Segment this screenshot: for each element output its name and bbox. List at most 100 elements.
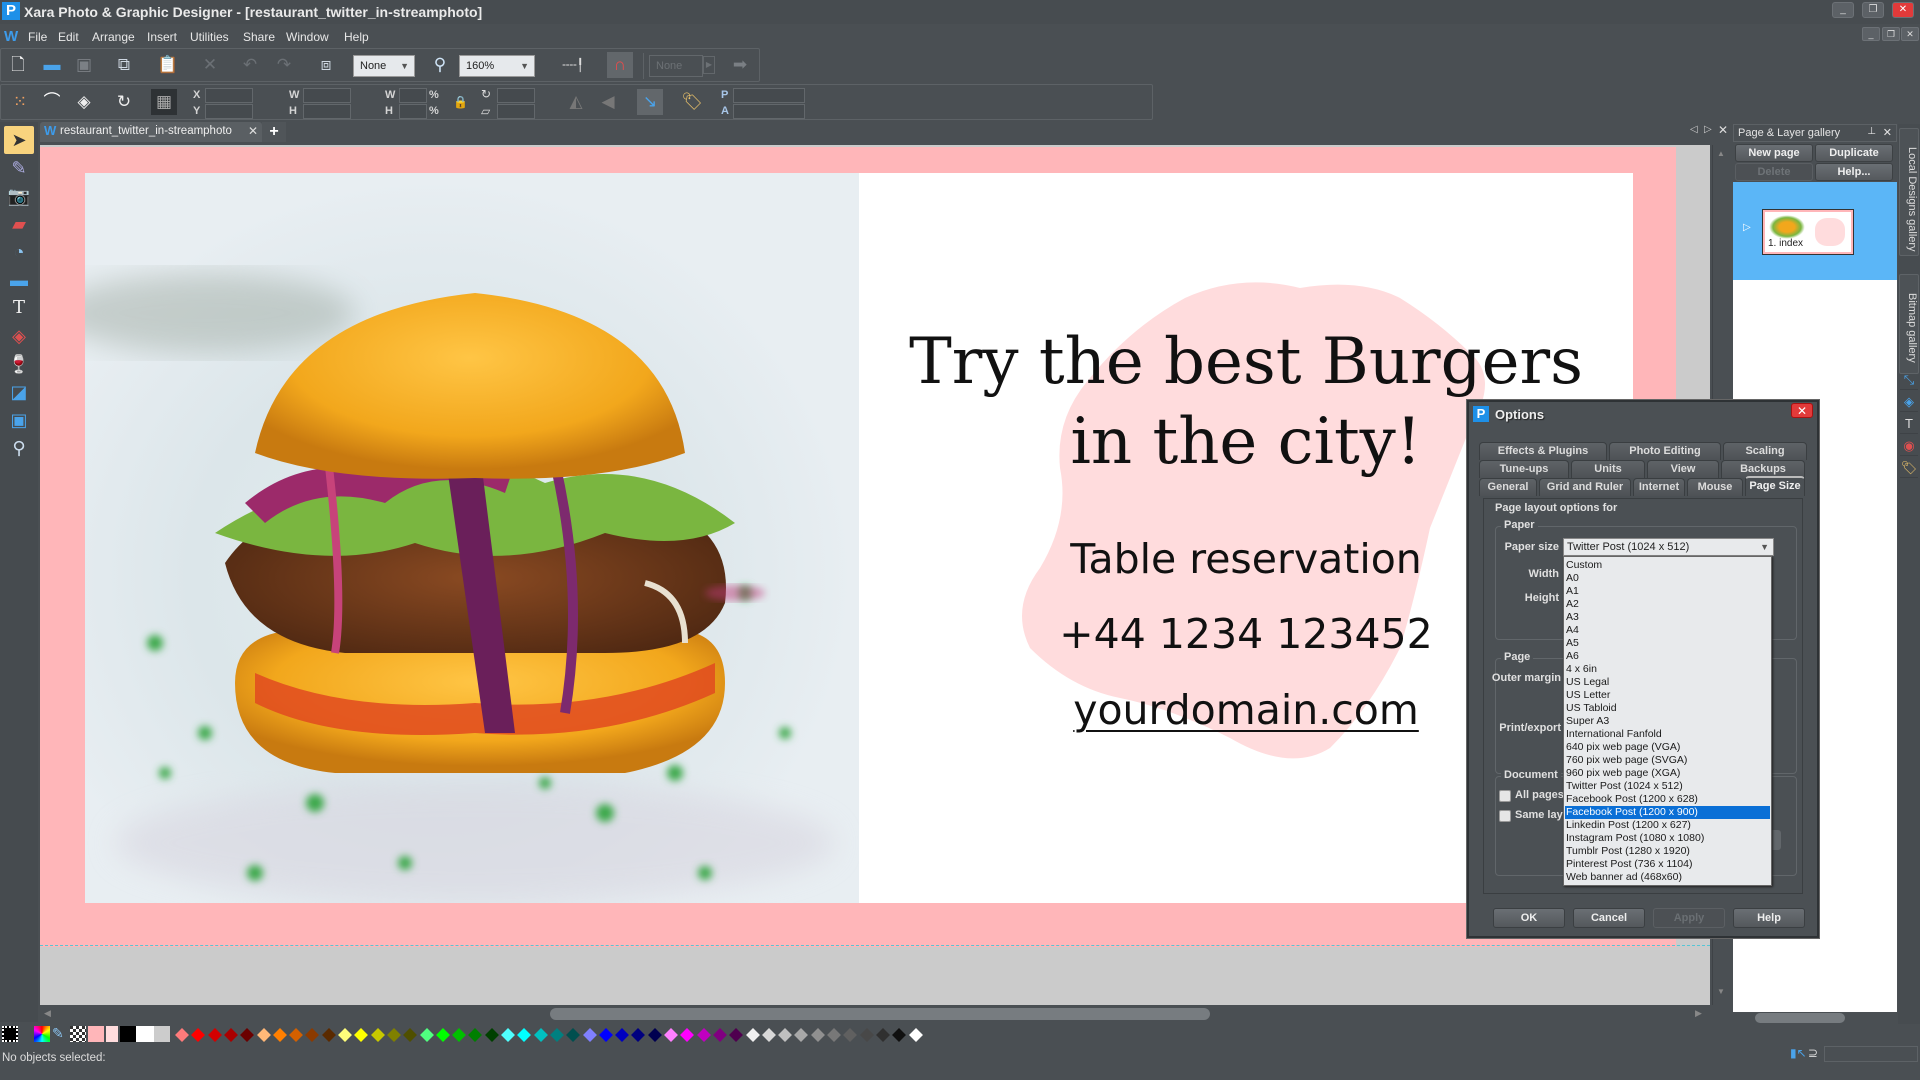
undo-icon[interactable]: ↶ <box>237 52 263 78</box>
palette-swatch[interactable] <box>419 1028 434 1042</box>
photo-tool-icon[interactable]: 📷 <box>4 182 34 210</box>
palette-swatch[interactable] <box>582 1028 597 1042</box>
scroll-right-icon[interactable]: ▶ <box>1695 1008 1702 1019</box>
paper-size-option[interactable]: A0 <box>1565 572 1770 585</box>
ok-button[interactable]: OK <box>1493 908 1565 928</box>
palette-swatch[interactable] <box>533 1028 548 1042</box>
paper-size-option[interactable]: US Tabloid <box>1565 702 1770 715</box>
fill-gallery-icon[interactable]: ◈ <box>1900 392 1918 412</box>
dialog-title-bar[interactable]: P Options ✕ <box>1469 402 1817 428</box>
palette-swatch[interactable] <box>354 1028 369 1042</box>
paper-size-option[interactable]: 4 x 6in <box>1565 663 1770 676</box>
palette-swatch[interactable] <box>191 1028 206 1042</box>
page-thumbnail[interactable]: 1. index <box>1762 209 1854 255</box>
eyedropper-icon[interactable]: ✎ <box>52 1025 64 1042</box>
paper-size-option[interactable]: Linkedin Post (1200 x 627) <box>1565 819 1770 832</box>
no-color-swatch[interactable] <box>2 1026 18 1042</box>
rotation-field[interactable] <box>497 88 535 103</box>
ruler-icon[interactable]: ╌╌╿ <box>555 52 591 78</box>
copy-icon[interactable]: ⧉ <box>111 52 137 78</box>
palette-swatch[interactable] <box>305 1028 320 1042</box>
palette-swatch[interactable] <box>452 1028 467 1042</box>
height-field[interactable] <box>303 104 351 119</box>
names-gallery-icon[interactable]: 🏷 <box>1900 458 1918 478</box>
undo-status-icon[interactable]: ⊇ <box>1808 1046 1818 1060</box>
quality-select[interactable]: None ▼ <box>353 55 415 77</box>
close-tab-icon[interactable]: ✕ <box>248 124 258 138</box>
tab-scroll-left-icon[interactable]: ◁ <box>1690 124 1698 135</box>
palette-swatch[interactable] <box>680 1028 695 1042</box>
zoom-tool-icon[interactable]: ⚲ <box>4 434 34 462</box>
color-picker-icon[interactable] <box>34 1026 50 1042</box>
redo-icon[interactable]: ↷ <box>271 52 297 78</box>
menu-help[interactable]: Help <box>344 30 369 44</box>
swatch-gray[interactable] <box>154 1026 170 1042</box>
text-tool-icon[interactable]: T <box>4 294 34 322</box>
palette-swatch[interactable] <box>908 1028 923 1042</box>
curve-icon[interactable]: ⌒ <box>39 89 65 115</box>
menu-file[interactable]: File <box>28 30 47 44</box>
delete-page-button[interactable]: Delete <box>1735 163 1813 181</box>
grid-icon[interactable]: ▦ <box>151 89 177 115</box>
tab-units[interactable]: Units <box>1571 460 1645 478</box>
doc-minimize-button[interactable]: _ <box>1862 27 1880 41</box>
arrow-right-icon[interactable]: ➡ <box>727 52 753 78</box>
new-page-button[interactable]: New page <box>1735 144 1813 162</box>
paper-size-option[interactable]: Custom <box>1565 559 1770 572</box>
gallery-scrollbar[interactable] <box>1733 1012 1897 1024</box>
palette-swatch[interactable] <box>370 1028 385 1042</box>
palette-swatch[interactable] <box>664 1028 678 1042</box>
palette-swatch[interactable] <box>517 1028 532 1042</box>
palette-swatch[interactable] <box>256 1028 271 1042</box>
paper-size-option[interactable]: A6 <box>1565 650 1770 663</box>
palette-swatch[interactable] <box>598 1028 613 1042</box>
snap-magnet-icon[interactable]: ∩ <box>607 52 633 78</box>
page-list-item-selected[interactable]: ▷ 1. index <box>1733 182 1897 280</box>
zoom-tool-icon[interactable]: ⚲ <box>427 52 453 78</box>
palette-swatch[interactable] <box>696 1028 711 1042</box>
paper-size-option[interactable]: A4 <box>1565 624 1770 637</box>
restore-button[interactable]: ❐ <box>1862 2 1884 18</box>
paper-size-option[interactable]: A3 <box>1565 611 1770 624</box>
transparency-tool-icon[interactable]: 🍷 <box>4 350 34 378</box>
p-field[interactable] <box>733 88 805 103</box>
swatch-white[interactable] <box>136 1026 154 1042</box>
palette-swatch[interactable] <box>631 1028 646 1042</box>
palette-swatch[interactable] <box>745 1028 760 1042</box>
palette-swatch[interactable] <box>435 1028 450 1042</box>
expand-arrow-icon[interactable]: ▷ <box>1743 222 1751 233</box>
palette-swatch[interactable] <box>207 1028 222 1042</box>
palette-swatch[interactable] <box>484 1028 499 1042</box>
paper-size-option[interactable]: Facebook Post (1200 x 900) <box>1565 806 1770 819</box>
paper-size-option[interactable]: Twitter Post (1024 x 512) <box>1565 780 1770 793</box>
paper-size-option[interactable]: A5 <box>1565 637 1770 650</box>
paper-size-option[interactable]: 760 pix web page (SVGA) <box>1565 754 1770 767</box>
tab-internet[interactable]: Internet <box>1633 478 1685 496</box>
close-button[interactable]: ✕ <box>1892 2 1914 18</box>
paper-size-option[interactable]: Pinterest Post (736 x 1104) <box>1565 858 1770 871</box>
palette-swatch[interactable] <box>549 1028 564 1042</box>
close-document-icon[interactable]: ✕ <box>1718 123 1728 137</box>
paper-size-option[interactable]: 960 pix web page (XGA) <box>1565 767 1770 780</box>
palette-swatch[interactable] <box>843 1028 858 1042</box>
palette-swatch[interactable] <box>240 1028 255 1042</box>
palette-swatch[interactable] <box>321 1028 336 1042</box>
paper-size-option[interactable]: Facebook Post (1200 x 628) <box>1565 793 1770 806</box>
palette-swatch[interactable] <box>859 1028 874 1042</box>
transform-icon[interactable]: ⤡ <box>1900 370 1918 390</box>
tab-tune-ups[interactable]: Tune-ups <box>1479 460 1569 478</box>
clone-icon[interactable]: ⧈ <box>313 52 339 78</box>
lock-icon[interactable]: 🔒 <box>453 95 468 109</box>
palette-swatch[interactable] <box>272 1028 287 1042</box>
save-icon[interactable]: ▣ <box>71 52 97 78</box>
pin-icon[interactable]: ⊥ <box>1867 126 1876 137</box>
paper-size-option[interactable]: US Legal <box>1565 676 1770 689</box>
fonts-gallery-icon[interactable]: T <box>1900 414 1918 434</box>
chevron-right-icon[interactable]: ▶ <box>703 56 715 74</box>
palette-swatch[interactable] <box>403 1028 418 1042</box>
color-gallery-icon[interactable]: ◉ <box>1900 436 1918 456</box>
minimize-button[interactable]: _ <box>1832 2 1854 18</box>
menu-arrange[interactable]: Arrange <box>92 30 135 44</box>
tab-document[interactable]: W restaurant_twitter_in-streamphoto ✕ <box>40 122 262 142</box>
palette-swatch[interactable] <box>647 1028 662 1042</box>
